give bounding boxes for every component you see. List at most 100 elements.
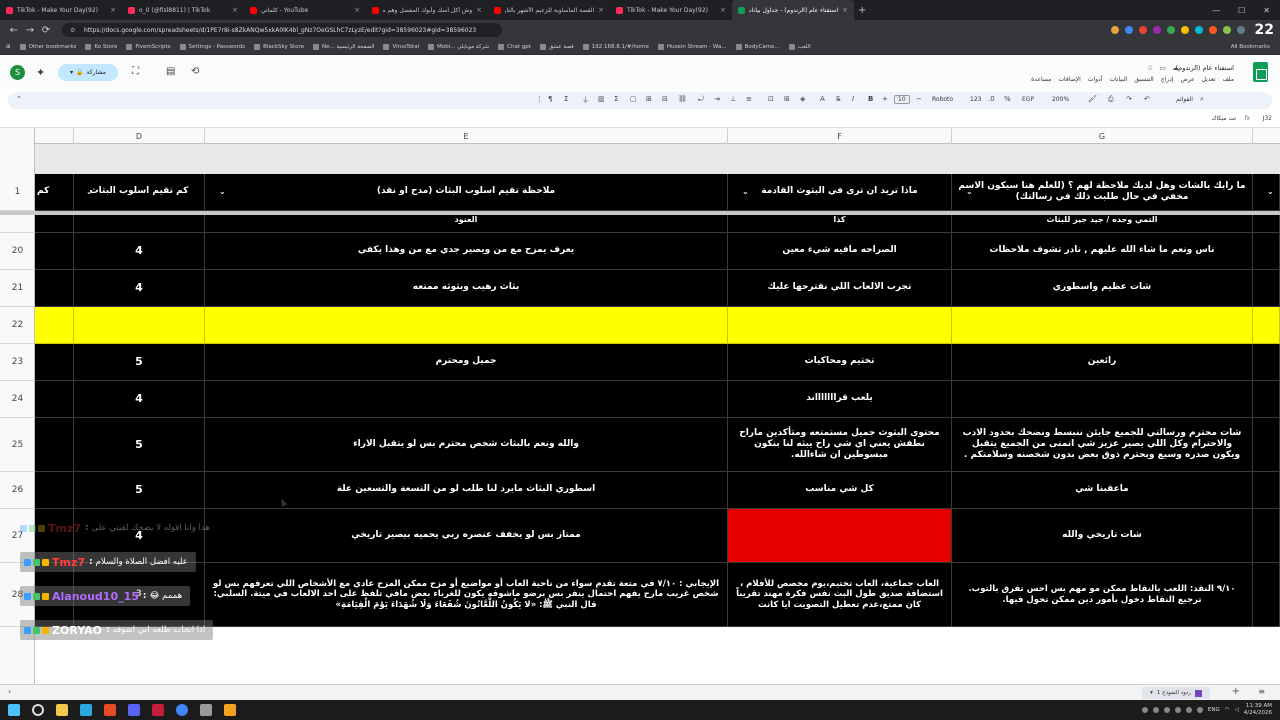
- close-icon[interactable]: ×: [720, 6, 726, 14]
- bookmark-item[interactable]: Mobi... شركة موبايلي: [428, 44, 489, 50]
- column-header-d[interactable]: D: [74, 128, 205, 144]
- url-input[interactable]: ⚙ https://docs.google.com/spreadsheets/d…: [62, 23, 502, 37]
- table-cell[interactable]: [1253, 233, 1280, 270]
- redo-icon[interactable]: ↷: [1126, 95, 1132, 103]
- menu-item[interactable]: تعديل: [1202, 76, 1216, 83]
- tray-icon[interactable]: [1141, 707, 1148, 713]
- table-cell-d[interactable]: [74, 307, 205, 344]
- filter-chevron-icon[interactable]: ⌄: [966, 187, 973, 197]
- bookmark-item[interactable]: Ko Store: [85, 44, 117, 50]
- table-cell-f[interactable]: كل شي مناسب: [728, 472, 952, 509]
- table-cell[interactable]: [35, 307, 74, 344]
- table-cell-g[interactable]: [952, 381, 1253, 418]
- percent-icon[interactable]: %: [1004, 95, 1011, 103]
- increase-font-icon[interactable]: +: [882, 95, 888, 103]
- table-cell-g[interactable]: [952, 307, 1253, 344]
- browser-tab[interactable]: o_0 (@fisl8811) | TikTok ×: [122, 0, 244, 20]
- table-cell-f[interactable]: [728, 509, 952, 563]
- close-icon[interactable]: ×: [354, 6, 360, 14]
- table-cell-f[interactable]: [728, 307, 952, 344]
- table-cell-g[interactable]: رائعين: [952, 344, 1253, 381]
- telegram-icon[interactable]: [80, 704, 92, 716]
- menu-item[interactable]: الإضافات: [1058, 76, 1080, 83]
- strikethrough-icon[interactable]: S̶: [836, 95, 840, 103]
- column-header-f[interactable]: F: [728, 128, 952, 144]
- bookmark-item[interactable]: قصة عشق: [539, 44, 574, 50]
- extension-icon[interactable]: [1152, 26, 1161, 34]
- table-cell-g[interactable]: ناس ونعم ما شاء الله عليهم , نادر تشوف م…: [952, 233, 1253, 270]
- explore-icon[interactable]: ›: [8, 687, 11, 696]
- table-cell[interactable]: [35, 344, 74, 381]
- font-size-input[interactable]: 10: [894, 95, 910, 104]
- header-cell-d[interactable]: كم تقيم اسلوب البثاث ⌄: [74, 174, 205, 211]
- close-icon[interactable]: ×: [110, 6, 116, 14]
- history-icon[interactable]: ⟲: [191, 66, 199, 77]
- move-icon[interactable]: ▭: [1159, 64, 1172, 72]
- bookmark-item[interactable]: BodyCame...: [735, 44, 780, 50]
- menu-item[interactable]: عرض: [1180, 76, 1194, 83]
- tray-icon[interactable]: [1163, 707, 1170, 713]
- browser-tab[interactable]: (92)TikTok - Make Your Day ×: [0, 0, 122, 20]
- table-cell[interactable]: [35, 381, 74, 418]
- table-cell[interactable]: [35, 233, 74, 270]
- extension-icon[interactable]: [1138, 26, 1147, 34]
- all-bookmarks[interactable]: All Bookmarks: [1231, 44, 1270, 50]
- header-cell-e[interactable]: ملاحظة تقيم اسلوب البثاث (مدح او نقد) ⌄: [205, 174, 728, 211]
- chrome-icon[interactable]: [176, 704, 188, 716]
- collapse-toolbar-icon[interactable]: ⌃: [16, 95, 22, 103]
- extension-icon[interactable]: [1166, 26, 1175, 34]
- extension-icon[interactable]: [1222, 26, 1231, 34]
- valign-icon[interactable]: ⊥: [730, 95, 736, 103]
- freeze-handle-horizontal[interactable]: [0, 211, 1280, 215]
- table-cell-e[interactable]: جميل ومحترم: [205, 344, 728, 381]
- table-cell[interactable]: [1253, 270, 1280, 307]
- reload-icon[interactable]: ⟳: [38, 25, 54, 36]
- sheets-logo-icon[interactable]: [1253, 62, 1268, 82]
- extension-icon[interactable]: [1180, 26, 1189, 34]
- currency-button[interactable]: EGP: [1022, 96, 1034, 103]
- discord-icon[interactable]: [128, 704, 140, 716]
- app-icon[interactable]: [224, 704, 236, 716]
- search-icon[interactable]: ⌕: [1200, 95, 1204, 104]
- back-icon[interactable]: ←: [6, 25, 22, 36]
- table-cell-d[interactable]: 5: [74, 472, 205, 509]
- table-cell[interactable]: [1253, 344, 1280, 381]
- table-cell-d[interactable]: 4: [74, 270, 205, 307]
- browser-tab[interactable]: استفتاء عام (الرندوم) - جداول بيانات ×: [732, 0, 854, 20]
- close-icon[interactable]: ×: [842, 6, 848, 14]
- tray-icon[interactable]: [1174, 707, 1181, 713]
- table-cell-f[interactable]: تختيم ومحاكيات: [728, 344, 952, 381]
- table-cell[interactable]: [1253, 381, 1280, 418]
- formula-input[interactable]: تت ميكاك: [1211, 115, 1236, 122]
- bookmark-item[interactable]: FivemScripts: [126, 44, 171, 50]
- bookmark-item[interactable]: Settings - Passwords: [179, 44, 245, 50]
- menu-item[interactable]: ملف: [1223, 76, 1234, 83]
- menu-item[interactable]: مساعدة: [1031, 76, 1051, 83]
- bookmark-item[interactable]: BlackSky Store: [254, 44, 304, 50]
- table-cell-d[interactable]: 4: [74, 233, 205, 270]
- forward-icon[interactable]: →: [22, 25, 38, 36]
- header-cell-c[interactable]: كم: [35, 174, 74, 211]
- bookmark-item[interactable]: 192.168.8.1/#/home: [582, 44, 649, 50]
- all-sheets-icon[interactable]: ≡: [1258, 687, 1265, 696]
- comment-icon[interactable]: ▢: [630, 95, 637, 103]
- table-cell-g[interactable]: شات محترم ورسالتي للجميع جايئن ننبسط ونض…: [952, 418, 1253, 472]
- browser-tab[interactable]: YouTube - كلماتي ×: [244, 0, 366, 20]
- table-cell[interactable]: [1253, 563, 1280, 627]
- table-cell[interactable]: [1253, 215, 1280, 233]
- decrease-font-icon[interactable]: −: [916, 95, 922, 103]
- table-cell[interactable]: [35, 215, 74, 233]
- chart-icon[interactable]: ▥: [598, 95, 605, 103]
- row-header[interactable]: 24: [0, 381, 35, 418]
- table-cell[interactable]: [1253, 418, 1280, 472]
- table-cell-e[interactable]: [205, 307, 728, 344]
- bookmark-item[interactable]: Chat gpt: [498, 44, 531, 50]
- table-cell-f[interactable]: يلعب قراااااااند: [728, 381, 952, 418]
- table-cell-g[interactable]: شات تاريخي والله: [952, 509, 1253, 563]
- filter-chevron-icon[interactable]: ⌄: [1267, 187, 1274, 197]
- table-cell[interactable]: [1253, 472, 1280, 509]
- meet-icon[interactable]: ⛶: [132, 66, 139, 77]
- header-cell-f[interactable]: ماذا تريد ان ترى في البثوث القادمة ⌄: [728, 174, 952, 211]
- filter-chevron-icon[interactable]: ⌄: [742, 187, 749, 197]
- borders-icon[interactable]: ⊞: [784, 95, 790, 103]
